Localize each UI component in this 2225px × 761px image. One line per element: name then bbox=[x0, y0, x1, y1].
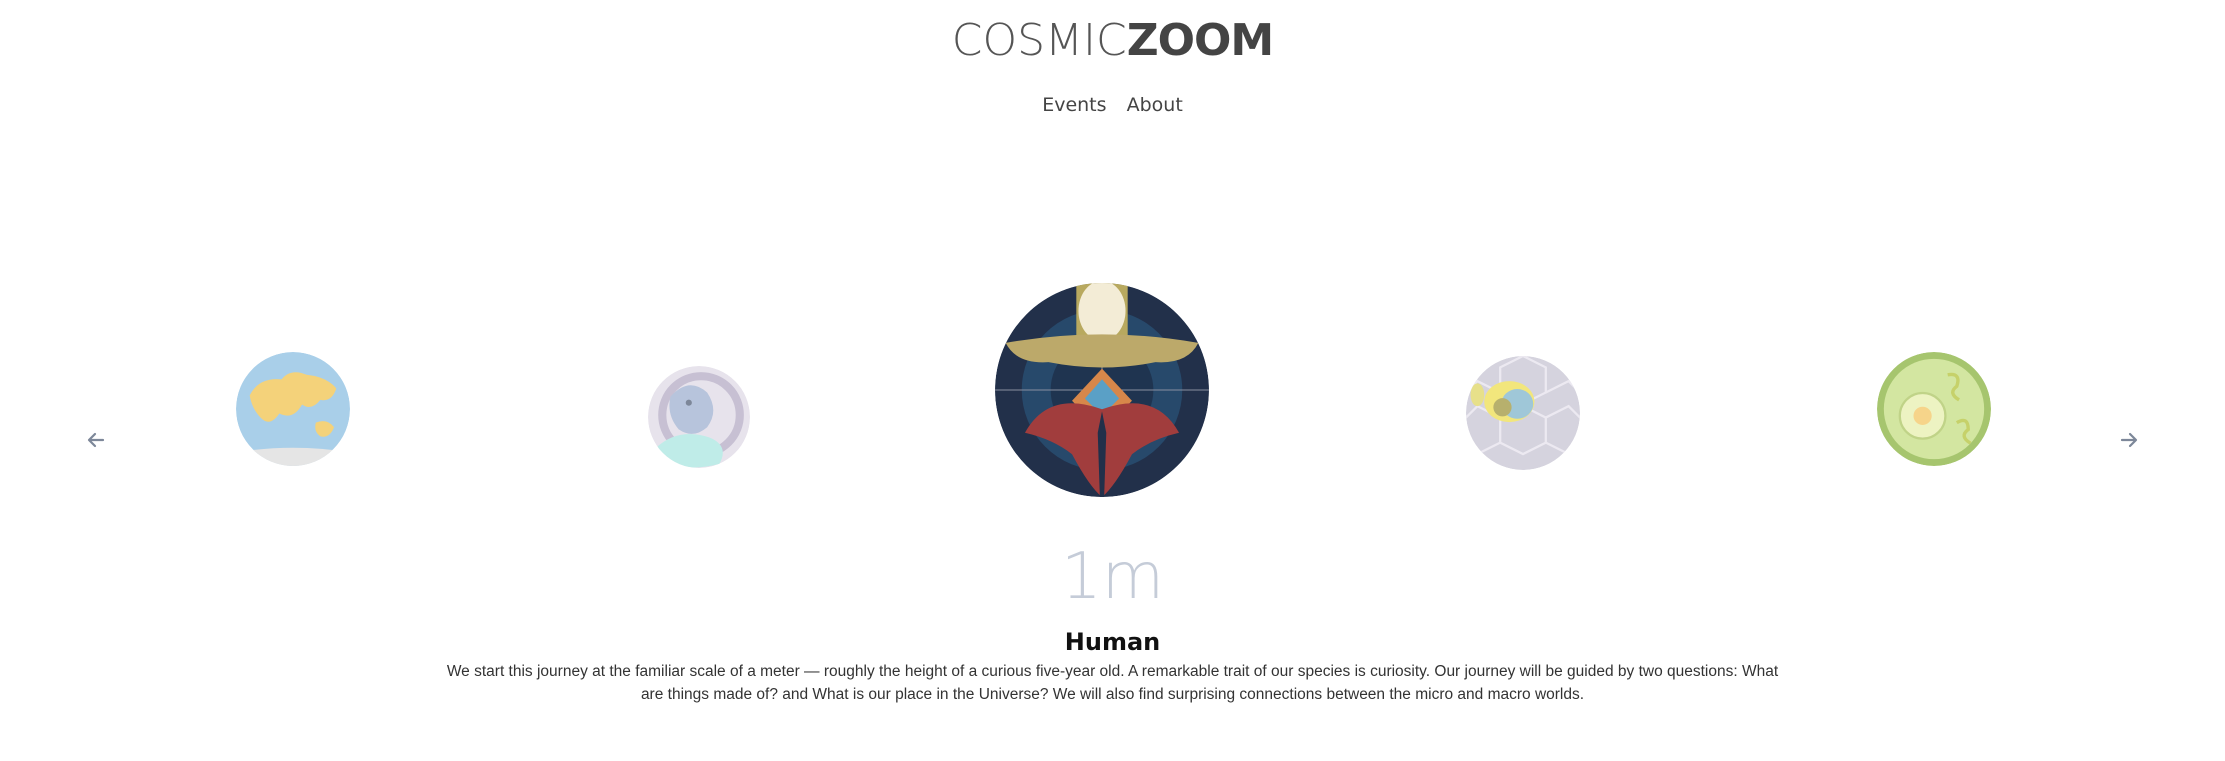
cell-cluster-thumbnail[interactable] bbox=[1466, 356, 1580, 470]
scale-label: 1m bbox=[1060, 540, 1165, 614]
arrow-left-icon bbox=[87, 432, 105, 448]
site-logo[interactable]: COSMICZOOM bbox=[0, 10, 2225, 71]
main-nav: Events About bbox=[0, 94, 2225, 116]
prev-button[interactable] bbox=[76, 425, 116, 455]
event-title: Human bbox=[1064, 628, 1161, 656]
cell-thumbnail[interactable] bbox=[1877, 352, 1991, 466]
whale-thumbnail[interactable] bbox=[648, 366, 750, 468]
arrow-right-icon bbox=[2120, 432, 2138, 448]
next-button[interactable] bbox=[2109, 425, 2149, 455]
event-description: We start this journey at the familiar sc… bbox=[446, 663, 1779, 703]
human-thumbnail[interactable] bbox=[995, 283, 1209, 497]
earth-thumbnail[interactable] bbox=[236, 352, 350, 466]
logo-text-cosmic: COSMIC bbox=[951, 15, 1127, 66]
logo-text-zoom: ZOOM bbox=[1126, 15, 1274, 66]
nav-link-about[interactable]: About bbox=[1127, 94, 1183, 116]
nav-link-events[interactable]: Events bbox=[1042, 94, 1106, 116]
